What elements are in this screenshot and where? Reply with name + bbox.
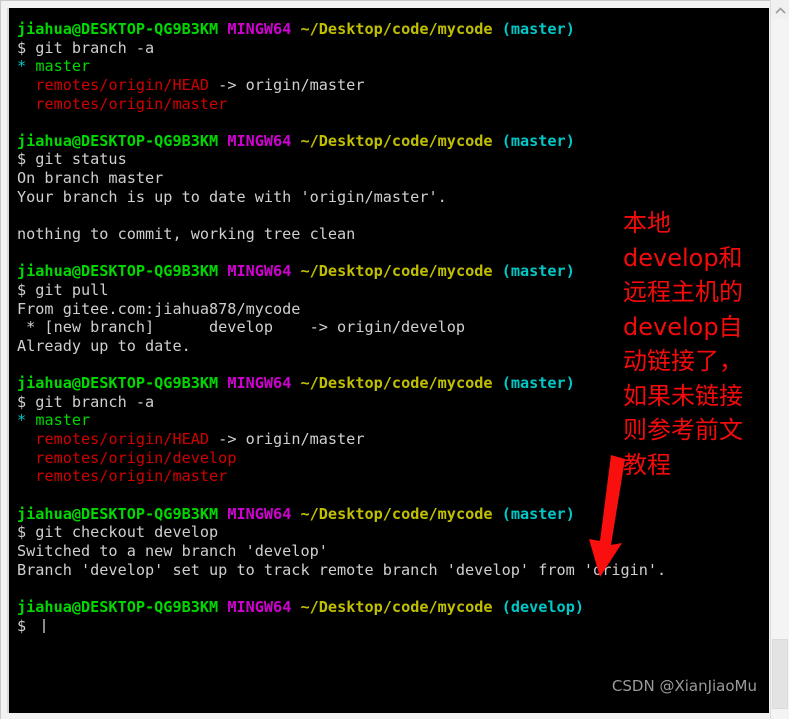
screenshot-root: jiahua@DESKTOP-QG9B3KM MINGW64 ~/Desktop… [0,0,789,719]
prompt-user: jiahua@DESKTOP-QG9B3KM [17,20,219,38]
command-text: $ [17,616,36,635]
prompt-shell: MINGW64 [227,374,292,393]
prompt-shell: MINGW64 [227,131,292,150]
command-text: $ git branch -a [17,392,155,411]
prompt-branch: (master) [501,20,575,38]
output-line: On branch master [17,169,762,188]
output-segment: From gitee.com:jiahua878/mycode [17,299,301,318]
output-line: Branch 'develop' set up to track remote … [17,561,762,580]
prompt-branch: (master) [501,374,575,393]
output-segment: -> origin/master [209,430,365,449]
terminal-left-gutter [7,8,9,713]
output-segment: remotes/origin/master [35,94,228,113]
prompt-path: ~/Desktop/code/mycode [300,374,493,393]
prompt-branch: (develop) [501,597,584,616]
output-line: * master [17,57,762,76]
command-text: $ git checkout develop [17,523,219,542]
command-line: $ git checkout develop [17,523,762,542]
output-segment: * [new branch] develop -> origin/develop [17,318,466,337]
prompt-line: jiahua@DESKTOP-QG9B3KM MINGW64 ~/Desktop… [17,132,762,151]
prompt-path: ~/Desktop/code/mycode [300,131,493,150]
output-line: Your branch is up to date with 'origin/m… [17,188,762,207]
output-segment: remotes/origin/HEAD [35,430,210,449]
terminal-console[interactable]: jiahua@DESKTOP-QG9B3KM MINGW64 ~/Desktop… [7,8,769,713]
prompt-path: ~/Desktop/code/mycode [300,262,493,281]
output-segment [26,57,35,75]
prompt-branch: (master) [501,262,575,281]
vertical-scrollbar[interactable] [770,0,789,719]
prompt-shell: MINGW64 [227,504,292,523]
output-segment: * [17,411,27,430]
output-segment: remotes/origin/develop [35,448,237,467]
output-segment: * [17,57,27,76]
prompt-shell: MINGW64 [227,262,292,281]
command-text: $ git status [17,150,127,169]
output-segment: remotes/origin/HEAD [35,75,210,94]
prompt-shell: MINGW64 [227,597,292,616]
output-segment [17,467,35,485]
prompt-line: jiahua@DESKTOP-QG9B3KM MINGW64 ~/Desktop… [17,598,762,617]
output-segment: nothing to commit, working tree clean [17,225,356,244]
csdn-watermark: CSDN @XianJiaoMu [611,677,757,695]
output-segment: Branch 'develop' set up to track remote … [17,560,667,579]
output-segment [26,411,35,429]
output-segment: Switched to a new branch 'develop' [17,541,328,560]
prompt-user: jiahua@DESKTOP-QG9B3KM [17,262,219,281]
scrollbar-thumb[interactable] [772,639,788,709]
prompt-user: jiahua@DESKTOP-QG9B3KM [17,131,219,150]
prompt-path: ~/Desktop/code/mycode [300,504,493,523]
output-segment: Your branch is up to date with 'origin/m… [17,187,447,206]
prompt-branch: (master) [501,504,575,523]
output-segment [17,449,35,467]
output-segment: Already up to date. [17,336,191,355]
output-segment [17,76,35,94]
command-text: $ git branch -a [17,38,155,57]
output-line: remotes/origin/HEAD -> origin/master [17,76,762,95]
prompt-path: ~/Desktop/code/mycode [300,597,493,616]
text-cursor [43,618,46,633]
output-segment [17,430,35,448]
scrollbar-track[interactable] [771,19,789,719]
prompt-line: jiahua@DESKTOP-QG9B3KM MINGW64 ~/Desktop… [17,505,762,524]
output-segment: remotes/origin/master [35,467,228,486]
output-segment: -> origin/master [209,75,365,94]
output-segment: master [35,57,91,76]
prompt-user: jiahua@DESKTOP-QG9B3KM [17,374,219,393]
scroll-up-arrow-icon[interactable] [771,1,789,19]
prompt-line: jiahua@DESKTOP-QG9B3KM MINGW64 ~/Desktop… [17,20,762,39]
command-text: $ git pull [17,280,109,299]
prompt-branch: (master) [501,131,575,150]
output-line: remotes/origin/master [17,95,762,114]
output-line: Switched to a new branch 'develop' [17,542,762,561]
prompt-user: jiahua@DESKTOP-QG9B3KM [17,504,219,523]
command-line: $ [17,617,762,636]
prompt-path: ~/Desktop/code/mycode [300,20,493,38]
red-annotation-text: 本地develop和远程主机的develop自动链接了，如果未链接则参考前文教程 [623,209,743,479]
output-segment: On branch master [17,169,164,188]
command-line: $ git branch -a [17,39,762,58]
output-segment [17,95,35,113]
output-segment: master [35,411,91,430]
command-line: $ git status [17,150,762,169]
prompt-shell: MINGW64 [227,20,292,38]
prompt-user: jiahua@DESKTOP-QG9B3KM [17,597,219,616]
